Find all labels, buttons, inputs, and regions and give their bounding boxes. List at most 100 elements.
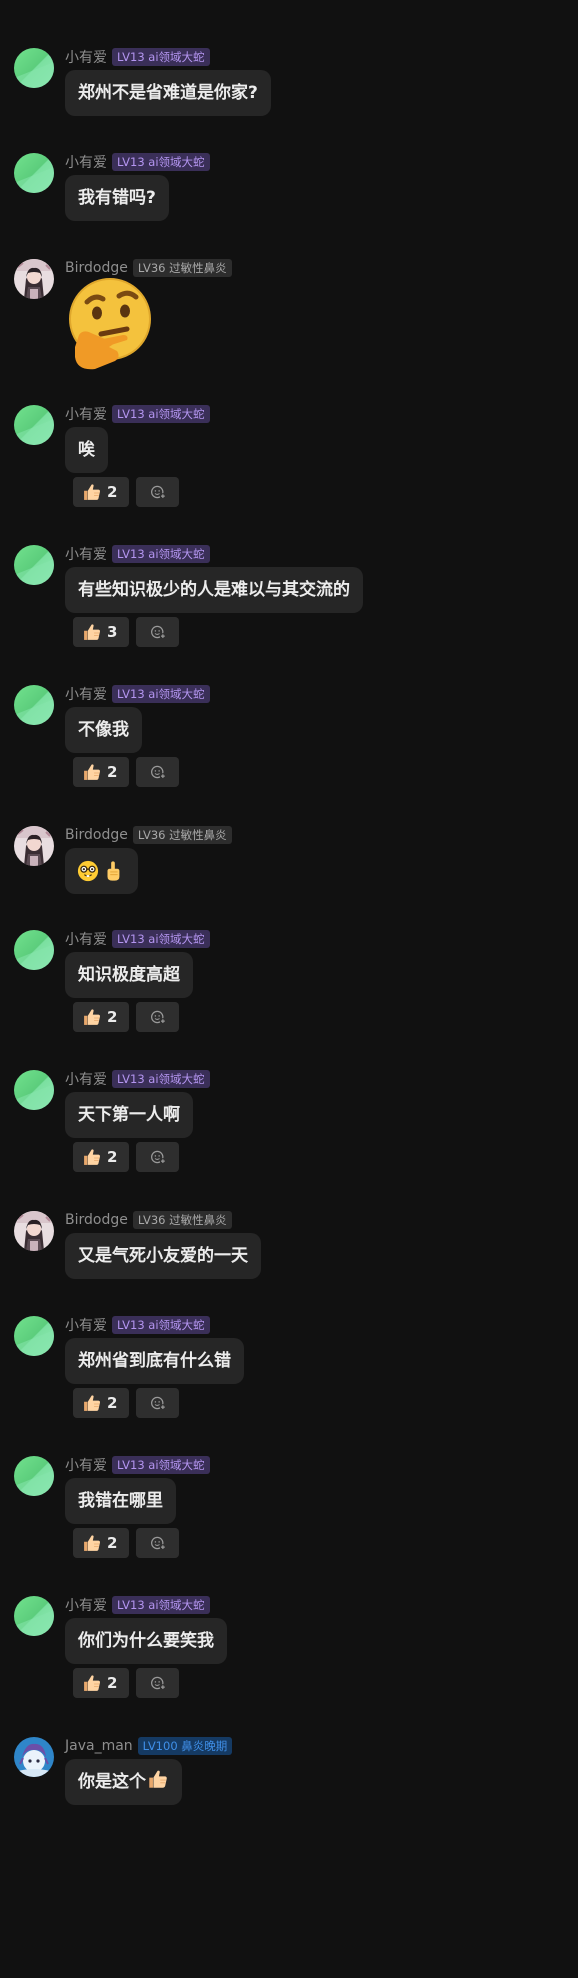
like-count: 2 <box>107 483 118 501</box>
thumbs-up-icon <box>82 1533 102 1553</box>
blue-avatar[interactable] <box>14 1737 54 1777</box>
username[interactable]: 小有爱 <box>65 929 107 949</box>
level-badge: LV36 过敏性鼻炎 <box>132 1211 232 1229</box>
add-reaction-button[interactable] <box>136 757 179 787</box>
username[interactable]: 小有爱 <box>65 1455 107 1475</box>
green-avatar[interactable] <box>14 1316 54 1356</box>
message-bubble: 知识极度高超 <box>65 952 193 998</box>
green-avatar[interactable] <box>14 1070 54 1110</box>
username[interactable]: Birdodge <box>65 827 128 843</box>
level-badge: LV13 ai领域大蛇 <box>112 1456 210 1474</box>
reaction-bar: 2 <box>73 1528 179 1558</box>
username[interactable]: Java_man <box>65 1738 133 1754</box>
green-avatar[interactable] <box>14 685 54 725</box>
username[interactable]: 小有爱 <box>65 1595 107 1615</box>
add-reaction-icon <box>149 1534 167 1552</box>
reaction-bar: 2 <box>73 1002 179 1032</box>
green-avatar[interactable] <box>14 48 54 88</box>
green-avatar[interactable] <box>14 153 54 193</box>
message-header: Birdodge LV36 过敏性鼻炎 <box>65 1210 232 1230</box>
username[interactable]: 小有爱 <box>65 404 107 424</box>
green-avatar[interactable] <box>14 545 54 585</box>
like-reaction-button[interactable]: 2 <box>73 1388 129 1418</box>
level-badge: LV36 过敏性鼻炎 <box>132 826 232 844</box>
level-badge: LV13 ai领域大蛇 <box>112 48 210 66</box>
message-bubble: 我错在哪里 <box>65 1478 176 1524</box>
username[interactable]: 小有爱 <box>65 47 107 67</box>
level-badge: LV13 ai领域大蛇 <box>112 545 210 563</box>
message-header: 小有爱 LV13 ai领域大蛇 <box>65 404 210 424</box>
like-reaction-button[interactable]: 2 <box>73 1002 129 1032</box>
thumbs-up-icon <box>82 1147 102 1167</box>
level-badge: LV13 ai领域大蛇 <box>112 1316 210 1334</box>
add-reaction-button[interactable] <box>136 1002 179 1032</box>
pointing-up-icon <box>102 860 124 882</box>
message-bubble: 你是这个 <box>65 1759 182 1805</box>
thumbs-up-icon <box>82 482 102 502</box>
message-bubble: 不像我 <box>65 707 142 753</box>
thumbs-up-icon <box>82 622 102 642</box>
message-header: 小有爱 LV13 ai领域大蛇 <box>65 1595 210 1615</box>
reaction-bar: 2 <box>73 477 179 507</box>
username[interactable]: Birdodge <box>65 1212 128 1228</box>
green-avatar[interactable] <box>14 1596 54 1636</box>
thumbs-up-icon <box>82 1007 102 1027</box>
like-count: 2 <box>107 1674 118 1692</box>
add-reaction-button[interactable] <box>136 1388 179 1418</box>
anime-avatar[interactable] <box>14 259 54 299</box>
add-reaction-button[interactable] <box>136 617 179 647</box>
like-reaction-button[interactable]: 2 <box>73 1528 129 1558</box>
thinking-face-icon <box>65 277 155 373</box>
like-count: 2 <box>107 1148 118 1166</box>
like-reaction-button[interactable]: 2 <box>73 477 129 507</box>
username[interactable]: 小有爱 <box>65 152 107 172</box>
like-reaction-button[interactable]: 2 <box>73 757 129 787</box>
message-header: Java_man LV100 鼻炎晚期 <box>65 1736 233 1756</box>
anime-avatar[interactable] <box>14 1211 54 1251</box>
like-reaction-button[interactable]: 2 <box>73 1668 129 1698</box>
add-reaction-button[interactable] <box>136 1668 179 1698</box>
green-avatar[interactable] <box>14 1456 54 1496</box>
green-avatar[interactable] <box>14 930 54 970</box>
like-count: 3 <box>107 623 118 641</box>
reaction-bar: 3 <box>73 617 179 647</box>
username[interactable]: 小有爱 <box>65 544 107 564</box>
message-header: Birdodge LV36 过敏性鼻炎 <box>65 258 232 278</box>
level-badge: LV36 过敏性鼻炎 <box>132 259 232 277</box>
like-reaction-button[interactable]: 3 <box>73 617 129 647</box>
add-reaction-button[interactable] <box>136 1142 179 1172</box>
username[interactable]: 小有爱 <box>65 1069 107 1089</box>
username[interactable]: 小有爱 <box>65 684 107 704</box>
thumbs-up-icon <box>82 762 102 782</box>
message-bubble: 郑州省到底有什么错 <box>65 1338 244 1384</box>
message-header: Birdodge LV36 过敏性鼻炎 <box>65 825 232 845</box>
message-header: 小有爱 LV13 ai领域大蛇 <box>65 929 210 949</box>
like-count: 2 <box>107 1008 118 1026</box>
level-badge: LV13 ai领域大蛇 <box>112 1070 210 1088</box>
anime-avatar[interactable] <box>14 826 54 866</box>
level-badge: LV13 ai领域大蛇 <box>112 1596 210 1614</box>
message-header: 小有爱 LV13 ai领域大蛇 <box>65 1455 210 1475</box>
reaction-bar: 2 <box>73 757 179 787</box>
username[interactable]: 小有爱 <box>65 1315 107 1335</box>
message-header: 小有爱 LV13 ai领域大蛇 <box>65 152 210 172</box>
add-reaction-button[interactable] <box>136 477 179 507</box>
level-badge: LV13 ai领域大蛇 <box>112 685 210 703</box>
like-count: 2 <box>107 1534 118 1552</box>
message-header: 小有爱 LV13 ai领域大蛇 <box>65 1315 210 1335</box>
username[interactable]: Birdodge <box>65 260 128 276</box>
thumbs-up-icon <box>82 1673 102 1693</box>
level-badge: LV13 ai领域大蛇 <box>112 405 210 423</box>
like-reaction-button[interactable]: 2 <box>73 1142 129 1172</box>
message-header: 小有爱 LV13 ai领域大蛇 <box>65 47 210 67</box>
message-header: 小有爱 LV13 ai领域大蛇 <box>65 544 210 564</box>
message-bubble: 唉 <box>65 427 108 473</box>
add-reaction-icon <box>149 623 167 641</box>
green-avatar[interactable] <box>14 405 54 445</box>
level-badge: LV13 ai领域大蛇 <box>112 930 210 948</box>
add-reaction-icon <box>149 1674 167 1692</box>
message-bubble: 郑州不是省难道是你家? <box>65 70 271 116</box>
add-reaction-button[interactable] <box>136 1528 179 1558</box>
level-badge: LV100 鼻炎晚期 <box>137 1737 233 1755</box>
message-bubble: 我有错吗? <box>65 175 169 221</box>
